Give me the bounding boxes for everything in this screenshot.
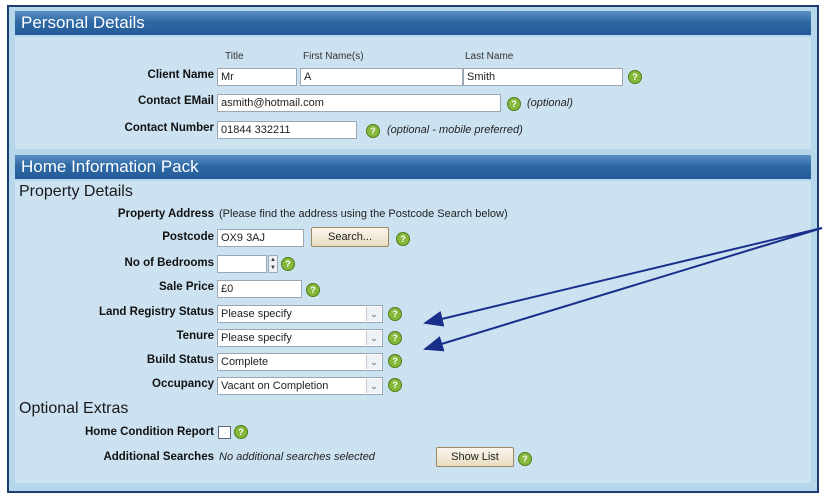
help-icon[interactable]: ? (388, 354, 402, 368)
client-name-label: Client Name (147, 69, 214, 81)
last-name-input[interactable]: Smith (463, 68, 623, 86)
help-icon[interactable]: ? (518, 452, 532, 466)
property-address-label: Property Address (117, 208, 214, 220)
tenure-label: Tenure (176, 330, 215, 342)
help-icon[interactable]: ? (281, 257, 295, 271)
contact-email-input[interactable]: asmith@hotmail.com (217, 94, 501, 112)
number-optional-note: (optional - mobile preferred) (387, 124, 523, 136)
land-registry-label: Land Registry Status (98, 306, 214, 318)
bedrooms-label: No of Bedrooms (124, 257, 214, 269)
home-condition-report-label: Home Condition Report (84, 426, 214, 438)
postcode-label: Postcode (162, 231, 214, 243)
contact-number-input[interactable]: 01844 332211 (217, 121, 357, 139)
stepper-down-icon[interactable]: ▼ (269, 264, 277, 272)
help-icon[interactable]: ? (396, 232, 410, 246)
personal-details-header: Personal Details (15, 11, 811, 35)
occupancy-value: Vacant on Completion (221, 380, 329, 392)
title-input[interactable]: Mr (217, 68, 297, 86)
land-registry-value: Please specify (221, 308, 292, 320)
postcode-input[interactable]: OX9 3AJ (217, 229, 304, 247)
additional-searches-label: Additional Searches (103, 451, 214, 463)
home-condition-report-checkbox[interactable] (218, 426, 231, 439)
help-icon[interactable]: ? (234, 425, 248, 439)
help-icon[interactable]: ? (306, 283, 320, 297)
help-icon[interactable]: ? (628, 70, 642, 84)
chevron-down-icon[interactable]: ⌄ (366, 379, 381, 393)
first-name-column-label: First Name(s) (303, 51, 364, 62)
help-icon[interactable]: ? (388, 307, 402, 321)
optional-extras-heading: Optional Extras (19, 400, 129, 417)
first-name-input[interactable]: A (300, 68, 463, 86)
form-frame: Personal Details Title First Name(s) Las… (7, 5, 819, 493)
search-button[interactable]: Search... (311, 227, 389, 247)
land-registry-select[interactable]: Please specify ⌄ (217, 305, 383, 323)
build-status-value: Complete (221, 356, 269, 368)
chevron-down-icon[interactable]: ⌄ (366, 331, 381, 345)
bedrooms-stepper[interactable]: ▲ ▼ (268, 255, 278, 273)
sale-price-input[interactable]: £0 (217, 280, 302, 298)
contact-email-label: Contact EMail (137, 95, 214, 107)
title-column-label: Title (225, 51, 244, 62)
chevron-down-icon[interactable]: ⌄ (366, 307, 381, 321)
help-icon[interactable]: ? (507, 97, 521, 111)
show-list-button[interactable]: Show List (436, 447, 514, 467)
help-icon[interactable]: ? (366, 124, 380, 138)
help-icon[interactable]: ? (388, 331, 402, 345)
tenure-value: Please specify (221, 332, 292, 344)
home-information-pack-header: Home Information Pack (15, 155, 811, 179)
bedrooms-input[interactable] (217, 255, 267, 273)
sale-price-label: Sale Price (159, 281, 214, 293)
help-icon[interactable]: ? (388, 378, 402, 392)
chevron-down-icon[interactable]: ⌄ (366, 355, 381, 369)
contact-number-label: Contact Number (124, 122, 214, 134)
build-status-select[interactable]: Complete ⌄ (217, 353, 383, 371)
last-name-column-label: Last Name (465, 51, 514, 62)
build-status-label: Build Status (146, 354, 214, 366)
stepper-up-icon[interactable]: ▲ (269, 256, 277, 264)
email-optional-note: (optional) (527, 97, 573, 109)
additional-searches-note: No additional searches selected (219, 451, 375, 463)
property-details-heading: Property Details (19, 183, 133, 200)
property-address-note: (Please find the address using the Postc… (219, 208, 508, 220)
occupancy-label: Occupancy (152, 378, 214, 390)
tenure-select[interactable]: Please specify ⌄ (217, 329, 383, 347)
occupancy-select[interactable]: Vacant on Completion ⌄ (217, 377, 383, 395)
